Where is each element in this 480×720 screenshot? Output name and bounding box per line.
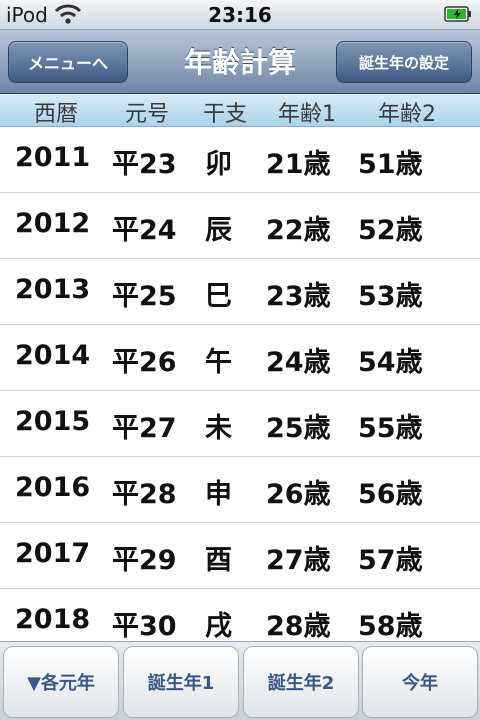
table-row[interactable]: 2014 平26 午 24歳 54歳 [0, 325, 480, 391]
age2-cell: 53歳 [358, 281, 423, 312]
table-row[interactable]: 2013 平25 巳 23歳 53歳 [0, 259, 480, 325]
era-start-years-button[interactable]: ▼各元年 [3, 646, 119, 718]
page-title: 年齢計算 [183, 46, 296, 79]
birth-year1-button[interactable]: 誕生年1 [123, 646, 239, 718]
age2-cell: 56歳 [358, 479, 423, 510]
zodiac-cell: 巳 [205, 281, 232, 312]
zodiac-cell: 申 [205, 479, 232, 510]
zodiac-cell: 辰 [205, 215, 232, 246]
year-cell: 2011 [15, 142, 91, 173]
table-row[interactable]: 2011 平23 卯 21歳 51歳 [0, 127, 480, 193]
table-row[interactable]: 2017 平29 酉 27歳 57歳 [0, 523, 480, 589]
status-time: 23:16 [208, 3, 272, 27]
column-header: 西暦 元号 干支 年齢1 年齢2 [0, 94, 480, 127]
year-cell: 2017 [15, 538, 91, 569]
birth-year2-button[interactable]: 誕生年2 [243, 646, 359, 718]
age1-cell: 26歳 [266, 479, 331, 510]
zodiac-cell: 戌 [205, 611, 232, 641]
age1-cell: 21歳 [266, 149, 331, 180]
age1-cell: 24歳 [266, 347, 331, 378]
status-bar: iPod 23:16 [0, 0, 480, 30]
table-row[interactable]: 2018 平30 戌 28歳 58歳 [0, 589, 480, 641]
birth-year-settings-button[interactable]: 誕生年の設定 [336, 41, 472, 83]
column-header-era: 元号 [125, 102, 170, 127]
era-cell: 平29 [112, 545, 177, 576]
age2-cell: 54歳 [358, 347, 423, 378]
table-row[interactable]: 2012 平24 辰 22歳 52歳 [0, 193, 480, 259]
age2-cell: 55歳 [358, 413, 423, 444]
column-header-age1: 年齢1 [278, 102, 336, 127]
era-cell: 平24 [112, 215, 177, 246]
zodiac-cell: 卯 [205, 149, 232, 180]
zodiac-cell: 未 [205, 413, 232, 444]
bottom-toolbar: ▼各元年 誕生年1 誕生年2 今年 [0, 641, 480, 720]
year-cell: 2015 [15, 406, 91, 437]
age1-cell: 28歳 [266, 611, 331, 641]
year-cell: 2012 [15, 208, 91, 239]
year-cell: 2013 [15, 274, 91, 305]
age1-cell: 25歳 [266, 413, 331, 444]
year-table: 2011 平23 卯 21歳 51歳 2012 平24 辰 22歳 52歳 20… [0, 127, 480, 641]
year-cell: 2018 [15, 604, 91, 635]
navigation-bar: メニューへ 年齢計算 誕生年の設定 [0, 30, 480, 94]
era-cell: 平26 [112, 347, 177, 378]
age2-cell: 58歳 [358, 611, 423, 641]
era-cell: 平27 [112, 413, 177, 444]
column-header-age2: 年齢2 [378, 102, 436, 127]
table-row[interactable]: 2016 平28 申 26歳 56歳 [0, 457, 480, 523]
age2-cell: 51歳 [358, 149, 423, 180]
era-cell: 平25 [112, 281, 177, 312]
column-header-zodiac: 干支 [203, 102, 248, 127]
era-cell: 平30 [112, 611, 177, 641]
column-header-year: 西暦 [34, 102, 79, 127]
age2-cell: 57歳 [358, 545, 423, 576]
zodiac-cell: 午 [205, 347, 232, 378]
this-year-button[interactable]: 今年 [362, 646, 478, 718]
age1-cell: 23歳 [266, 281, 331, 312]
menu-back-button[interactable]: メニューへ [8, 41, 128, 83]
era-cell: 平23 [112, 149, 177, 180]
age2-cell: 52歳 [358, 215, 423, 246]
year-cell: 2016 [15, 472, 91, 503]
age1-cell: 27歳 [266, 545, 331, 576]
year-cell: 2014 [15, 340, 91, 371]
zodiac-cell: 酉 [205, 545, 232, 576]
table-row[interactable]: 2015 平27 未 25歳 55歳 [0, 391, 480, 457]
battery-icon [444, 6, 471, 22]
era-cell: 平28 [112, 479, 177, 510]
age1-cell: 22歳 [266, 215, 331, 246]
